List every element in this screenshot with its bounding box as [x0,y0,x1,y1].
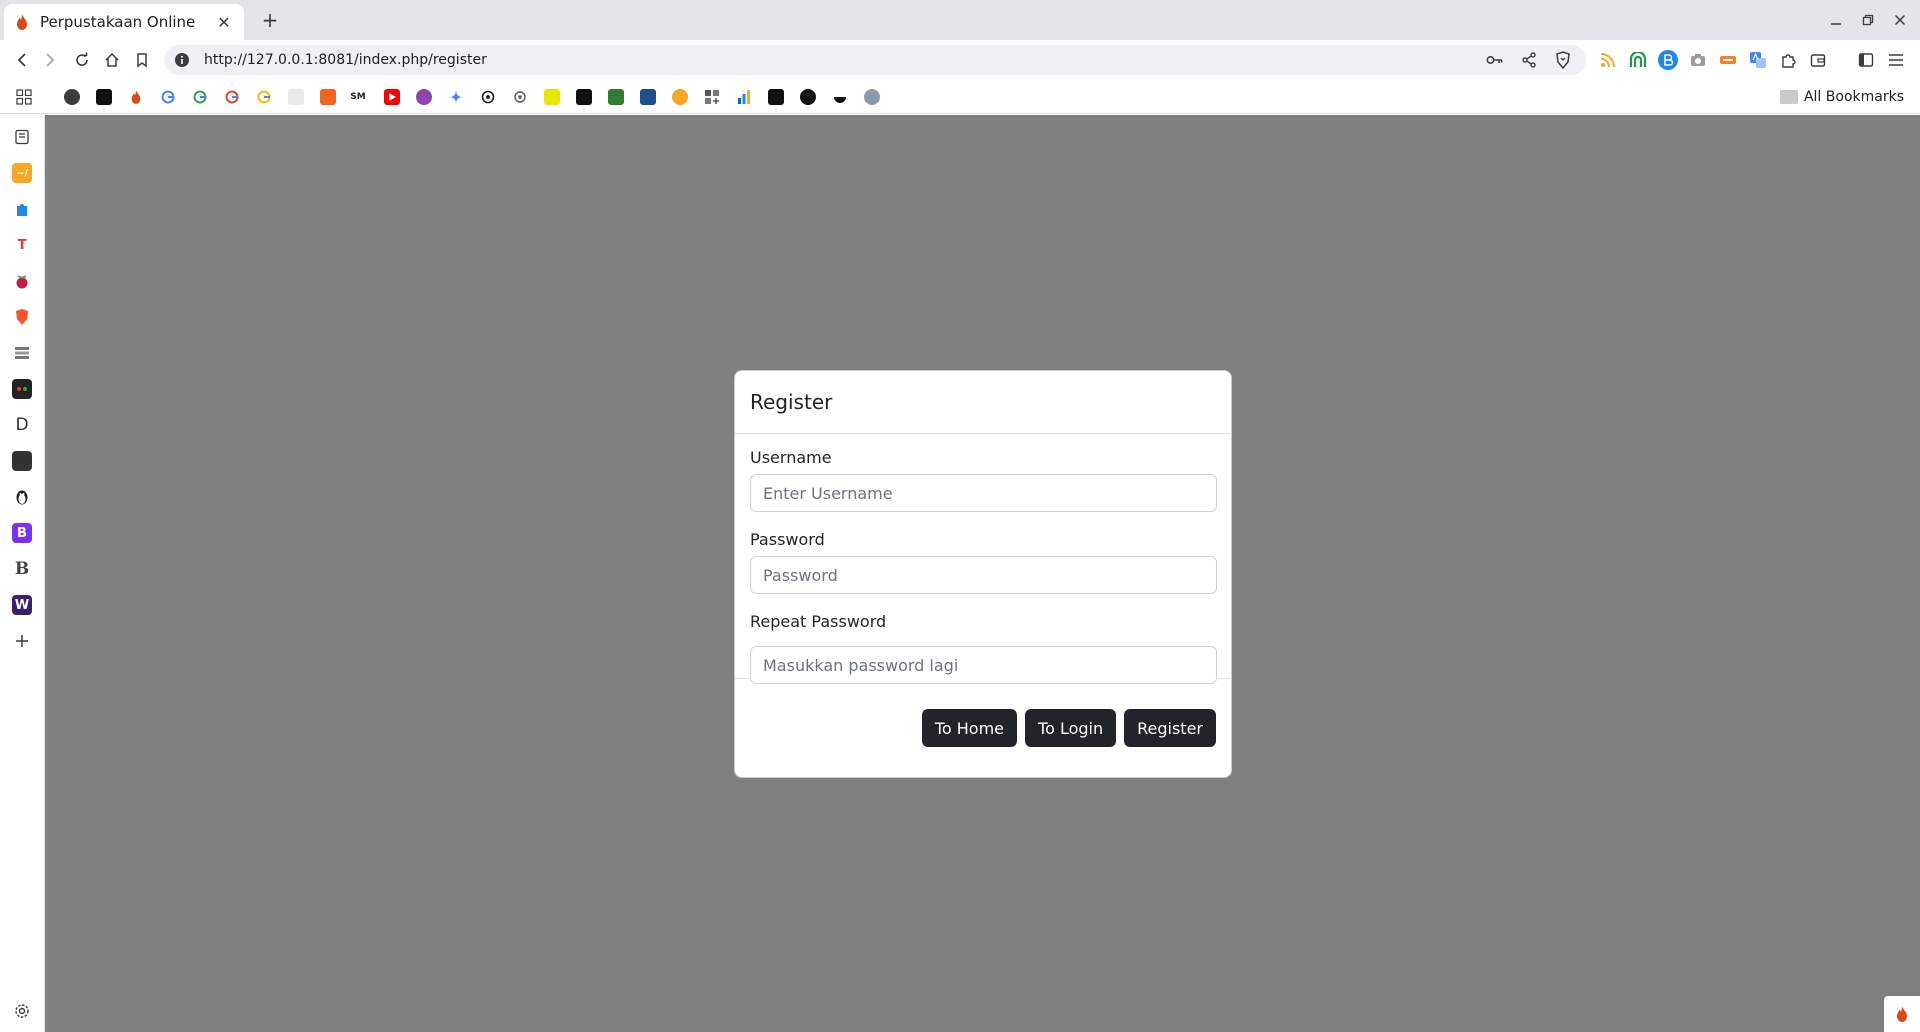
raspberry-pi-icon[interactable] [12,271,32,291]
back-icon[interactable] [10,48,34,72]
folder-icon [1779,90,1798,104]
globe-bookmark-icon[interactable] [64,89,80,105]
brave-sidebar-icon[interactable] [12,307,32,327]
tab-strip: Perpustakaan Online ✕ + [0,0,1920,40]
blogger-bookmark-icon[interactable] [320,89,336,105]
sm-bookmark-icon[interactable]: SM [350,89,366,105]
sidebar-terminal-app-icon[interactable] [12,451,32,471]
circle-bookmark-icon[interactable] [800,89,816,105]
yellow-bookmark-icon[interactable] [544,89,560,105]
purple-bookmark-icon[interactable] [416,89,432,105]
google-bookmark-icon[interactable] [160,89,176,105]
sidebar-t-app-icon[interactable]: T [12,235,32,255]
modal-title: Register [750,390,833,414]
reading-list-icon[interactable] [12,127,32,147]
rss-icon[interactable] [1598,50,1618,70]
password-input[interactable] [750,556,1217,594]
bootstrap-icon[interactable]: B [12,523,32,543]
google-bookmark-icon[interactable] [192,89,208,105]
browser-toolbar: http://127.0.0.1:8081/index.php/register [0,40,1920,80]
sidebar-w-app-icon[interactable]: W [12,595,32,615]
menu-icon[interactable] [1886,50,1906,70]
repeat-password-input[interactable] [750,646,1217,684]
key-icon[interactable] [1484,49,1506,71]
dice-bookmark-icon[interactable] [576,89,592,105]
sidebar-toggle-icon[interactable] [1856,50,1876,70]
url-text[interactable]: http://127.0.0.1:8081/index.php/register [204,52,1484,68]
sidebar-b-app-icon[interactable]: B [12,559,32,579]
all-bookmarks-label: All Bookmarks [1803,89,1904,105]
username-label: Username [750,448,832,467]
all-bookmarks-button[interactable]: All Bookmarks [1779,86,1904,108]
sidebar-puzzle-app-icon[interactable] [12,199,32,219]
bookmark-icon[interactable] [130,48,154,72]
tab-close-icon[interactable]: ✕ [214,12,234,32]
google-bookmark-icon[interactable] [256,89,272,105]
active-tab[interactable]: Perpustakaan Online ✕ [4,4,244,40]
linux-penguin-icon[interactable] [12,487,32,507]
orange-bookmark-icon[interactable] [672,89,688,105]
register-modal: Register Username Password Repeat Passwo… [734,370,1232,778]
register-button[interactable]: Register [1124,709,1216,747]
extensions-puzzle-icon[interactable] [1778,50,1798,70]
tab-title: Perpustakaan Online [40,13,196,31]
sidebar-stack-app-icon[interactable] [12,343,32,363]
home-icon[interactable] [100,48,124,72]
sidebar-dark-app-icon[interactable] [12,379,32,399]
recorder-extension-icon[interactable] [1718,50,1738,70]
analytics-bookmark-icon[interactable] [736,89,752,105]
sidebar-orange-app-icon[interactable]: ~/ [12,163,32,183]
new-tab-button[interactable]: + [256,8,284,32]
repeat-password-label: Repeat Password [750,612,887,631]
document-bookmark-icon[interactable] [288,89,304,105]
share-icon[interactable] [1518,49,1540,71]
reload-icon[interactable] [70,48,94,72]
bitcoin-extension-icon[interactable] [1658,50,1678,70]
openai-bookmark-icon[interactable] [512,89,528,105]
openai-bookmark-icon[interactable] [480,89,496,105]
forward-icon[interactable] [38,48,62,72]
window-close-icon[interactable] [1888,8,1912,32]
youtube-bookmark-icon[interactable] [384,89,400,105]
browser-sidebar: ~/ T D B B W [0,115,45,1032]
add-sidebar-item-icon[interactable] [12,631,32,651]
github-bookmark-icon[interactable] [96,89,112,105]
google-bookmark-icon[interactable] [224,89,240,105]
to-login-button[interactable]: To Login [1025,709,1117,747]
green-bookmark-icon[interactable] [608,89,624,105]
dark-bookmark-icon[interactable] [768,89,784,105]
camera-icon[interactable] [1688,50,1708,70]
gemini-bookmark-icon[interactable] [448,89,464,105]
apps-grid-icon[interactable] [16,89,32,105]
ahrefs-extension-icon[interactable] [1628,50,1648,70]
username-group: Username [750,448,1217,512]
page-viewport: Register Username Password Repeat Passwo… [45,115,1920,1032]
half-circle-bookmark-icon[interactable] [832,89,848,105]
sidebar-settings-gear-icon[interactable] [12,1001,32,1021]
address-bar[interactable]: http://127.0.0.1:8081/index.php/register [164,45,1586,75]
modal-body: Username Password Repeat Password [735,434,1231,684]
modal-footer: To Home To Login Register [735,678,1231,777]
corner-flame-icon[interactable] [1884,996,1920,1032]
translate-icon[interactable] [1748,50,1768,70]
password-group: Password [750,530,1217,594]
to-home-button[interactable]: To Home [921,709,1018,747]
keyboard-bookmark-icon[interactable] [640,89,656,105]
sidebar-d-app-icon[interactable]: D [12,415,32,435]
site-info-icon[interactable] [174,52,190,68]
brave-shield-icon[interactable] [1552,49,1574,71]
repeat-password-group: Repeat Password [750,612,1217,684]
password-label: Password [750,530,825,549]
minimize-icon[interactable] [1824,8,1848,32]
bookmarks-bar: SM All Bookmarks [0,80,1920,114]
modal-header: Register [735,371,1231,434]
flame-favicon-icon [14,14,30,30]
steam-bookmark-icon[interactable] [864,89,880,105]
flame-bookmark-icon[interactable] [128,89,144,105]
username-input[interactable] [750,474,1217,512]
wallet-icon[interactable] [1808,50,1828,70]
add-apps-bookmark-icon[interactable] [704,89,720,105]
restore-icon[interactable] [1856,8,1880,32]
